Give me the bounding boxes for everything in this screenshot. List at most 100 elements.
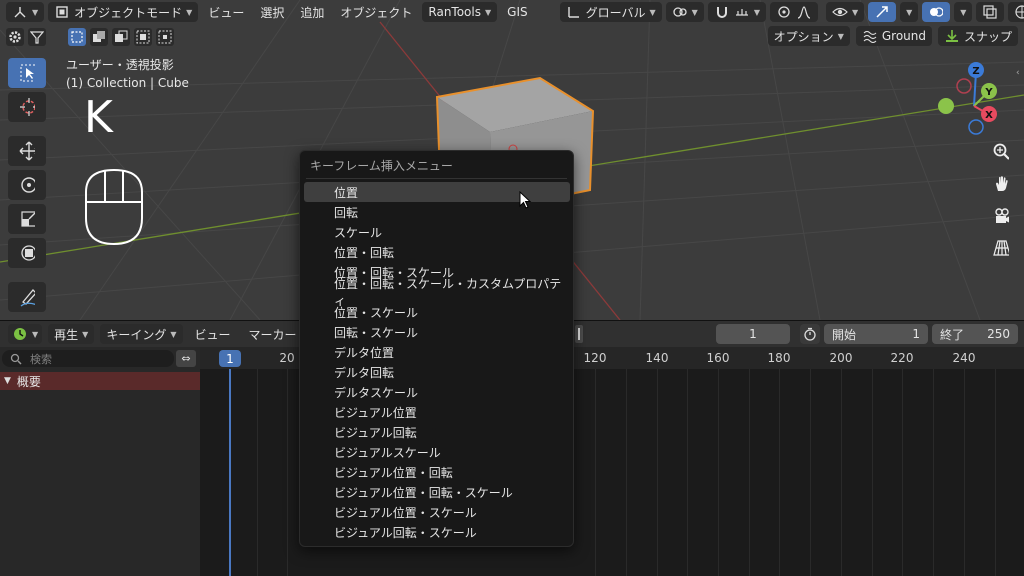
viewport-info: ユーザー・透視投影 (1) Collection | Cube: [66, 56, 189, 92]
mouse-pointer-icon: [519, 191, 532, 209]
pencil-icon: [19, 289, 35, 307]
chevron-down-icon: ▼: [906, 7, 913, 17]
overlay-toggle[interactable]: [922, 2, 951, 22]
swap-arrows-icon[interactable]: ⇔: [176, 350, 196, 367]
end-frame-field[interactable]: 終了 250: [932, 324, 1018, 344]
navigation-gizmo[interactable]: Z Y X: [930, 56, 1010, 146]
move-tool[interactable]: [8, 136, 46, 166]
summary-channel[interactable]: ▼ 概要: [0, 372, 200, 390]
filter-button[interactable]: [28, 28, 46, 46]
playback-dropdown[interactable]: 再生 ▼: [48, 324, 95, 344]
transform-tool[interactable]: [8, 238, 46, 268]
ground-button[interactable]: Ground: [855, 26, 932, 46]
menu-item[interactable]: ビジュアル位置・スケール: [304, 502, 570, 522]
xray-toggle[interactable]: [976, 2, 1005, 22]
current-frame-value: 1: [749, 327, 757, 341]
mode-dropdown[interactable]: オブジェクトモード ▼: [48, 2, 199, 22]
current-frame-field[interactable]: 1: [716, 324, 790, 344]
camera-view-button[interactable]: [986, 204, 1016, 228]
overlay-dropdown[interactable]: ▼: [954, 2, 973, 22]
camera-icon: [993, 208, 1009, 224]
snap-toggle[interactable]: ▼: [707, 2, 766, 22]
rantools-dropdown[interactable]: RanTools ▼: [422, 2, 498, 22]
preview-range-toggle[interactable]: [800, 324, 820, 344]
ruler-tick: 140: [645, 351, 669, 365]
menu-item[interactable]: ビジュアルスケール: [304, 442, 570, 462]
gizmo-dropdown[interactable]: ▼: [900, 2, 919, 22]
hand-icon: [993, 176, 1009, 192]
menu-item[interactable]: ビジュアル位置・回転・スケール: [304, 482, 570, 502]
rantools-label: RanTools: [428, 5, 481, 19]
orientation-dropdown[interactable]: グローバル ▼: [559, 2, 662, 22]
menu-item[interactable]: 位置・回転・スケール・カスタムプロパティ: [304, 277, 570, 308]
sidebar-toggle[interactable]: ‹: [1016, 64, 1020, 84]
select-box-tool[interactable]: [8, 58, 46, 88]
zoom-button[interactable]: [986, 140, 1016, 164]
channel-search-input[interactable]: 検索: [2, 350, 174, 367]
options-dropdown[interactable]: オプション ▼: [767, 26, 850, 46]
ruler-tick: 220: [890, 351, 914, 365]
orientation-label: グローバル: [585, 5, 646, 20]
snap-button[interactable]: スナップ: [937, 26, 1018, 46]
ruler-tick: 180: [767, 351, 791, 365]
menu-item[interactable]: ビジュアル位置: [304, 402, 570, 422]
menu-view[interactable]: ビュー: [202, 2, 250, 22]
menu-object[interactable]: オブジェクト: [334, 2, 418, 22]
playhead-badge[interactable]: 1: [219, 350, 241, 367]
proportional-edit-toggle[interactable]: [769, 2, 818, 22]
annotate-tool[interactable]: [8, 282, 46, 312]
visibility-dropdown[interactable]: ▼: [825, 2, 865, 22]
menu-item[interactable]: スケール: [304, 222, 570, 242]
ruler-tick: 160: [706, 351, 730, 365]
keying-dropdown[interactable]: キーイング ▼: [100, 324, 183, 344]
wireframe-shading-icon[interactable]: [1014, 4, 1024, 20]
shading-buttons[interactable]: [1008, 2, 1024, 22]
pivot-dropdown[interactable]: ▼: [665, 2, 704, 22]
menu-item[interactable]: ビジュアル位置・回転: [304, 462, 570, 482]
select-subtract-button[interactable]: [112, 28, 130, 46]
jump-end-button[interactable]: [575, 325, 583, 343]
menu-select[interactable]: 選択: [254, 2, 290, 22]
select-new-button[interactable]: [68, 28, 86, 46]
timeline-editor-type[interactable]: ▼: [8, 324, 43, 344]
menu-add[interactable]: 追加: [294, 2, 330, 22]
frame-gridline: [287, 369, 288, 576]
frame-gridline: [257, 369, 258, 576]
playhead-line[interactable]: [229, 369, 231, 576]
tool-settings-gear[interactable]: [6, 28, 24, 46]
select-invert-button[interactable]: [134, 28, 152, 46]
gizmo-toggle[interactable]: [868, 2, 897, 22]
menu-title: キーフレーム挿入メニュー: [310, 159, 453, 173]
keying-label: キーイング: [106, 327, 167, 342]
menu-item[interactable]: ビジュアル回転: [304, 422, 570, 442]
select-extend-button[interactable]: [90, 28, 108, 46]
stopwatch-icon: [802, 326, 818, 342]
zoom-magnifier-icon: [993, 143, 1009, 160]
pan-button[interactable]: [986, 172, 1016, 196]
end-value: 250: [987, 327, 1010, 341]
scale-tool[interactable]: [8, 204, 46, 234]
timeline-menu-marker[interactable]: マーカー: [243, 324, 303, 344]
tool-header: [0, 26, 174, 48]
ruler-tick: 20: [279, 351, 295, 365]
pivot-icon: [672, 4, 688, 20]
menu-item[interactable]: デルタスケール: [304, 382, 570, 402]
menu-item[interactable]: デルタ位置: [304, 342, 570, 362]
start-frame-field[interactable]: 開始 1: [824, 324, 928, 344]
crosshair-icon: [19, 98, 35, 116]
select-intersect-button[interactable]: [156, 28, 174, 46]
menu-item[interactable]: ビジュアル回転・スケール: [304, 522, 570, 542]
editor-type-button[interactable]: ▼: [6, 2, 45, 22]
timeline-menu-view[interactable]: ビュー: [189, 324, 237, 344]
perspective-toggle-button[interactable]: [986, 236, 1016, 260]
cursor-tool[interactable]: [8, 92, 46, 122]
menu-item[interactable]: デルタ回転: [304, 362, 570, 382]
magnet-icon: [714, 4, 730, 20]
rotate-tool[interactable]: [8, 170, 46, 200]
viewport-options: オプション ▼ Ground スナップ: [767, 26, 1018, 46]
chevron-down-icon: ▼: [851, 7, 859, 17]
menu-gis[interactable]: GIS: [501, 2, 533, 22]
menu-item[interactable]: 位置・回転: [304, 242, 570, 262]
cursor-select-icon: [19, 64, 35, 82]
menu-item[interactable]: 回転・スケール: [304, 322, 570, 342]
